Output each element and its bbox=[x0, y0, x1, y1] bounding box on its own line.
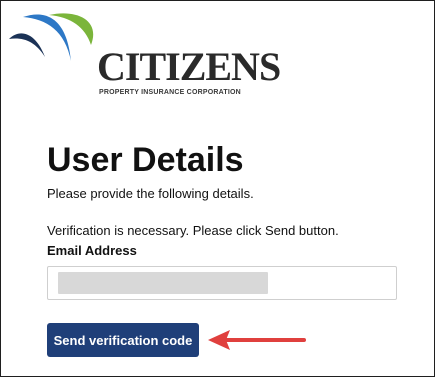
page-title: User Details bbox=[47, 141, 244, 179]
logo-wordmark: CITIZENS bbox=[97, 44, 281, 89]
page-frame: CITIZENS PROPERTY INSURANCE CORPORATION … bbox=[0, 0, 435, 377]
intro-text: Please provide the following details. bbox=[47, 186, 254, 201]
logo-subtitle: PROPERTY INSURANCE CORPORATION bbox=[99, 89, 241, 96]
redacted-email-value bbox=[58, 272, 268, 294]
email-label: Email Address bbox=[47, 243, 137, 258]
send-verification-code-button[interactable]: Send verification code bbox=[47, 323, 199, 357]
pointer-arrow-icon bbox=[208, 330, 306, 350]
verification-message: Verification is necessary. Please click … bbox=[47, 223, 339, 238]
citizens-logo: CITIZENS PROPERTY INSURANCE CORPORATION bbox=[5, 11, 281, 101]
